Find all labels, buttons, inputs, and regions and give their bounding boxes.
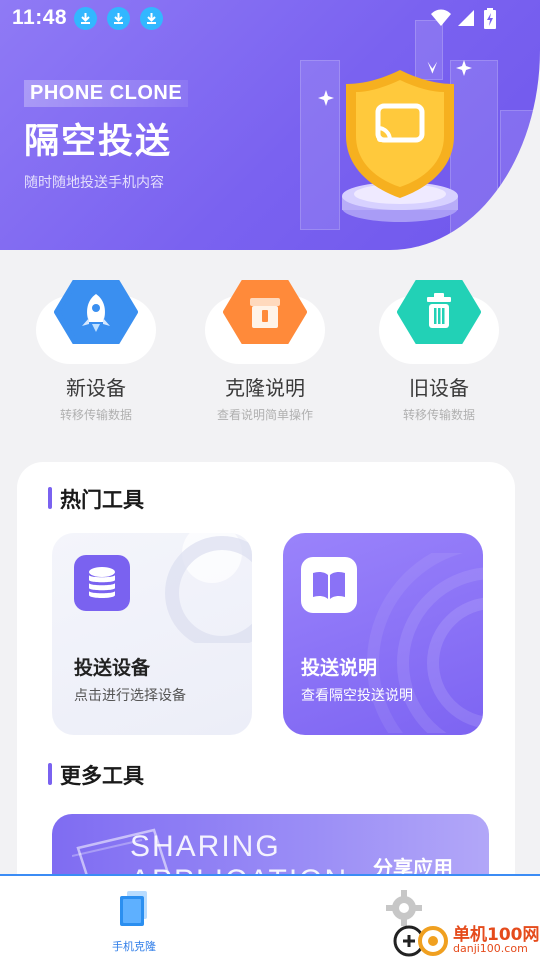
wifi-icon xyxy=(431,9,451,26)
download-icon xyxy=(107,7,130,30)
status-time: 11:48 xyxy=(12,6,68,29)
tool-sub: 查看隔空投送说明 xyxy=(301,688,413,704)
shield-cast-icon xyxy=(318,60,472,222)
banner-big-line: SHARING xyxy=(130,830,281,863)
signal-icon xyxy=(458,10,474,26)
tool-title: 投送设备 xyxy=(74,657,151,679)
tool-cast-guide[interactable]: 投送说明 查看隔空投送说明 xyxy=(283,533,483,735)
tool-cast-device[interactable]: 投送设备 点击进行选择设备 xyxy=(52,533,252,735)
status-bar: 11:48 xyxy=(0,0,540,36)
action-label: 克隆说明 xyxy=(225,376,305,400)
brand-tag: PHONE CLONE xyxy=(24,80,189,107)
download-icon xyxy=(74,7,97,30)
nav-item-phone-clone[interactable]: 手机克隆 xyxy=(98,888,170,954)
nav-label: 手机克隆 xyxy=(112,940,156,953)
download-icon xyxy=(140,7,163,30)
tool-title: 投送说明 xyxy=(301,657,378,679)
action-sub: 查看说明简单操作 xyxy=(216,408,313,422)
action-label: 新设备 xyxy=(66,376,126,400)
hot-tools-title: 热门工具 xyxy=(48,484,144,514)
more-tools-title: 更多工具 xyxy=(48,760,144,790)
action-sub: 转移传输数据 xyxy=(59,408,132,422)
book-icon xyxy=(301,557,357,613)
watermark-url: danji100.com xyxy=(453,942,528,955)
page-subtitle: 随时随地投送手机内容 xyxy=(24,175,164,191)
action-sub: 转移传输数据 xyxy=(402,408,475,422)
database-icon xyxy=(74,555,130,611)
decor-circles xyxy=(165,533,252,643)
decor-rings xyxy=(367,553,483,733)
trash-icon xyxy=(397,280,481,344)
tools-card: 热门工具 投送设备 点击进行选择设备 投送说明 查看隔空投送说明 更多工具 SH… xyxy=(17,462,515,902)
building-decoration xyxy=(500,110,535,250)
tool-sub: 点击进行选择设备 xyxy=(74,688,186,704)
watermark-logo xyxy=(393,925,448,957)
page-title: 隔空投送 xyxy=(24,122,173,162)
box-icon xyxy=(223,280,307,344)
battery-icon xyxy=(484,8,496,29)
hero-banner: PHONE CLONE 隔空投送 随时随地投送手机内容 xyxy=(0,0,540,250)
action-label: 旧设备 xyxy=(409,376,469,400)
watermark: 单机100网 danji100.com xyxy=(388,918,540,960)
phone-clone-icon xyxy=(120,891,147,926)
rocket-icon xyxy=(54,280,138,344)
